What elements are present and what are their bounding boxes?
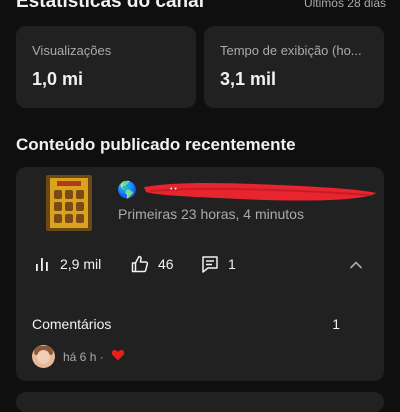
recent-video-card[interactable]: 🌎 • • Primeiras 23 horas, 4 minutos 2,9 … [16,167,384,381]
video-meta: Primeiras 23 horas, 4 minutos [118,206,304,222]
likes-metric[interactable]: 46 [130,253,174,275]
bar-chart-icon [36,258,48,271]
comments-metric[interactable]: 1 [200,253,236,275]
comments-count: 1 [332,316,340,332]
comment-icon [202,256,218,273]
comments-label: Comentários [32,316,112,332]
watch-time-stat-card[interactable]: Tempo de exibição (ho... 3,1 mil [204,26,384,108]
comment-timestamp: há 6 h · [63,350,104,364]
redacted-title-scribble: • • [144,183,376,201]
likes-count: 46 [158,256,174,272]
stat-label-views: Visualizações [32,43,112,58]
video-thumbnail[interactable] [46,175,92,231]
avatar[interactable] [32,345,55,368]
comments-count-metric: 1 [228,256,236,272]
views-metric[interactable]: 2,9 mil [34,253,101,275]
globe-icon: 🌎 [117,182,137,199]
section-title: Conteúdo publicado recentemente [16,135,296,154]
views-count: 2,9 mil [60,256,102,272]
svg-text:• •: • • [170,186,177,193]
period-label: Últimos 28 dias [303,0,386,10]
chevron-up-icon[interactable] [346,255,366,275]
stat-label-watch-time: Tempo de exibição (ho... [220,43,362,58]
page-title: Estatísticas do canal [16,0,204,12]
thumbs-up-icon [131,255,149,273]
stat-value-views: 1,0 mi [32,69,84,89]
views-stat-card[interactable]: Visualizações 1,0 mi [16,26,196,108]
next-card [16,392,384,412]
stat-value-watch-time: 3,1 mil [220,69,277,89]
heart-icon [111,349,125,361]
header: Estatísticas do canal Últimos 28 dias [16,0,386,21]
